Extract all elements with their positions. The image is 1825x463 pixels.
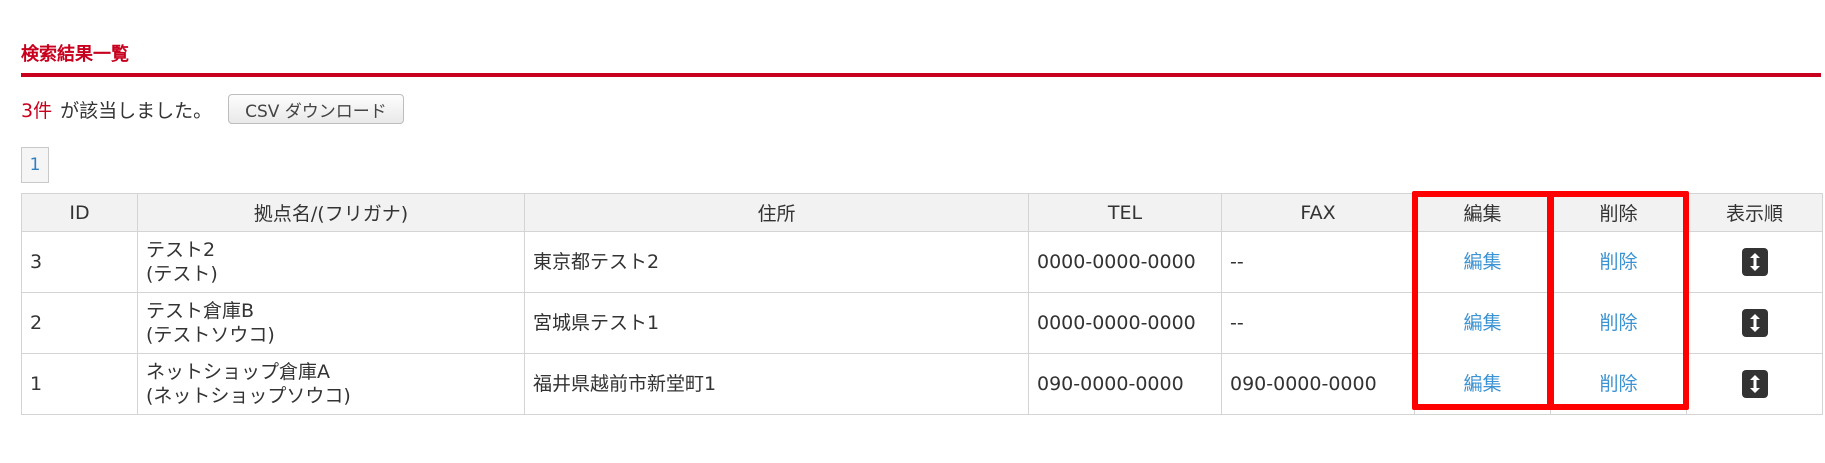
result-message: が該当しました。	[60, 99, 213, 122]
sort-arrows-icon[interactable]	[1741, 309, 1768, 337]
header-order: 表示順	[1686, 193, 1823, 232]
header-tel: TEL	[1028, 193, 1222, 232]
cell-id: 1	[21, 353, 138, 415]
cell-fax: --	[1221, 292, 1415, 354]
cell-address: 宮城県テスト1	[524, 292, 1029, 354]
cell-order	[1686, 231, 1823, 293]
edit-link[interactable]: 編集	[1463, 312, 1501, 334]
header-address: 住所	[524, 193, 1029, 232]
cell-address: 福井県越前市新堂町1	[524, 353, 1029, 415]
table-row: 2 テスト倉庫B (テストソウコ) 宮城県テスト1 0000-0000-0000…	[21, 292, 1823, 354]
delete-link[interactable]: 削除	[1599, 373, 1637, 395]
cell-id: 2	[21, 292, 138, 354]
title-divider	[21, 73, 1821, 77]
delete-link[interactable]: 削除	[1599, 251, 1637, 273]
cell-tel: 0000-0000-0000	[1028, 292, 1222, 354]
cell-delete: 削除	[1550, 353, 1687, 415]
csv-download-button[interactable]: CSV ダウンロード	[228, 94, 404, 124]
edit-link[interactable]: 編集	[1463, 251, 1501, 273]
cell-address: 東京都テスト2	[524, 231, 1029, 293]
cell-tel: 090-0000-0000	[1028, 353, 1222, 415]
section-title: 検索結果一覧	[21, 44, 129, 65]
cell-name: テスト倉庫B (テストソウコ)	[137, 292, 525, 354]
location-name: ネットショップ倉庫A	[146, 361, 330, 383]
cell-fax: 090-0000-0000	[1221, 353, 1415, 415]
cell-id: 3	[21, 231, 138, 293]
header-id: ID	[21, 193, 138, 232]
results-table: ID 拠点名/(フリガナ) 住所 TEL FAX 編集 削除 表示順 3 テスト…	[21, 193, 1823, 415]
table-header-row: ID 拠点名/(フリガナ) 住所 TEL FAX 編集 削除 表示順	[21, 193, 1823, 232]
cell-edit: 編集	[1414, 231, 1551, 293]
result-summary: 3件 が該当しました。 CSV ダウンロード	[21, 94, 404, 124]
cell-order	[1686, 292, 1823, 354]
location-kana: (テストソウコ)	[146, 324, 275, 346]
delete-link[interactable]: 削除	[1599, 312, 1637, 334]
cell-delete: 削除	[1550, 292, 1687, 354]
location-kana: (テスト)	[146, 263, 218, 285]
table-row: 1 ネットショップ倉庫A (ネットショップソウコ) 福井県越前市新堂町1 090…	[21, 353, 1823, 415]
cell-edit: 編集	[1414, 353, 1551, 415]
pagination-page-1[interactable]: 1	[21, 147, 49, 183]
cell-edit: 編集	[1414, 292, 1551, 354]
edit-link[interactable]: 編集	[1463, 373, 1501, 395]
cell-name: テスト2 (テスト)	[137, 231, 525, 293]
sort-arrows-icon[interactable]	[1741, 248, 1768, 276]
table-row: 3 テスト2 (テスト) 東京都テスト2 0000-0000-0000 -- 編…	[21, 231, 1823, 293]
location-name: テスト倉庫B	[146, 300, 255, 322]
header-delete: 削除	[1550, 193, 1687, 232]
cell-delete: 削除	[1550, 231, 1687, 293]
header-name: 拠点名/(フリガナ)	[137, 193, 525, 232]
cell-tel: 0000-0000-0000	[1028, 231, 1222, 293]
header-fax: FAX	[1221, 193, 1415, 232]
result-count: 3件	[21, 99, 53, 122]
location-name: テスト2	[146, 239, 216, 261]
cell-order	[1686, 353, 1823, 415]
sort-arrows-icon[interactable]	[1741, 370, 1768, 398]
cell-name: ネットショップ倉庫A (ネットショップソウコ)	[137, 353, 525, 415]
header-edit: 編集	[1414, 193, 1551, 232]
location-kana: (ネットショップソウコ)	[146, 385, 351, 407]
cell-fax: --	[1221, 231, 1415, 293]
